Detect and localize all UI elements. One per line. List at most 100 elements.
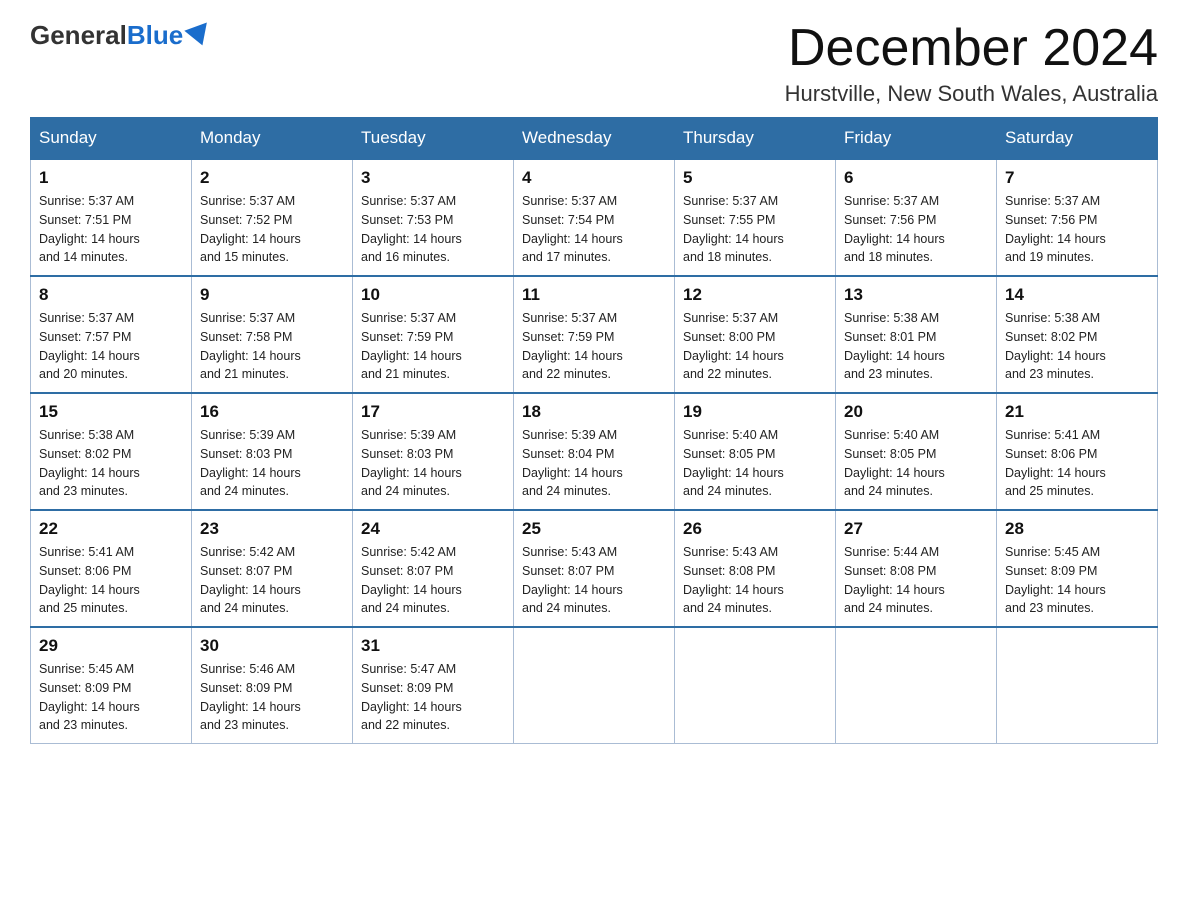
calendar-week-row: 22Sunrise: 5:41 AMSunset: 8:06 PMDayligh… <box>31 510 1158 627</box>
calendar-cell <box>997 627 1158 744</box>
day-number: 23 <box>200 519 344 539</box>
day-number: 19 <box>683 402 827 422</box>
day-info: Sunrise: 5:44 AMSunset: 8:08 PMDaylight:… <box>844 543 988 618</box>
day-number: 27 <box>844 519 988 539</box>
day-number: 8 <box>39 285 183 305</box>
logo: General Blue <box>30 20 211 51</box>
calendar-cell: 18Sunrise: 5:39 AMSunset: 8:04 PMDayligh… <box>514 393 675 510</box>
day-number: 21 <box>1005 402 1149 422</box>
day-number: 6 <box>844 168 988 188</box>
day-info: Sunrise: 5:45 AMSunset: 8:09 PMDaylight:… <box>39 660 183 735</box>
calendar-cell: 31 Sunrise: 5:47 AMSunset: 8:09 PMDayligh… <box>353 627 514 744</box>
calendar-cell: 28Sunrise: 5:45 AMSunset: 8:09 PMDayligh… <box>997 510 1158 627</box>
day-number: 4 <box>522 168 666 188</box>
day-number: 26 <box>683 519 827 539</box>
calendar-cell: 14Sunrise: 5:38 AMSunset: 8:02 PMDayligh… <box>997 276 1158 393</box>
calendar-cell: 16 Sunrise: 5:39 AMSunset: 8:03 PMDayligh… <box>192 393 353 510</box>
calendar-cell: 10 Sunrise: 5:37 AMSunset: 7:59 PMDayligh… <box>353 276 514 393</box>
calendar-body: 1 Sunrise: 5:37 AMSunset: 7:51 PMDaylight… <box>31 159 1158 744</box>
calendar-cell: 24Sunrise: 5:42 AMSunset: 8:07 PMDayligh… <box>353 510 514 627</box>
day-info: Sunrise: 5:38 AMSunset: 8:02 PMDaylight:… <box>39 426 183 501</box>
day-info: Sunrise: 5:37 AMSunset: 7:54 PMDaylight:… <box>522 192 666 267</box>
weekday-header-friday: Friday <box>836 118 997 160</box>
day-number: 9 <box>200 285 344 305</box>
day-info: Sunrise: 5:47 AMSunset: 8:09 PMDaylight:… <box>361 660 505 735</box>
month-title: December 2024 <box>785 20 1158 77</box>
day-info: Sunrise: 5:39 AMSunset: 8:03 PMDaylight:… <box>200 426 344 501</box>
calendar-cell <box>675 627 836 744</box>
calendar-cell: 13 Sunrise: 5:38 AMSunset: 8:01 PMDayligh… <box>836 276 997 393</box>
day-number: 5 <box>683 168 827 188</box>
day-info: Sunrise: 5:40 AMSunset: 8:05 PMDaylight:… <box>683 426 827 501</box>
calendar-cell: 19 Sunrise: 5:40 AMSunset: 8:05 PMDayligh… <box>675 393 836 510</box>
day-number: 29 <box>39 636 183 656</box>
calendar-cell: 23 Sunrise: 5:42 AMSunset: 8:07 PMDayligh… <box>192 510 353 627</box>
calendar-cell: 15 Sunrise: 5:38 AMSunset: 8:02 PMDayligh… <box>31 393 192 510</box>
day-number: 2 <box>200 168 344 188</box>
day-info: Sunrise: 5:40 AMSunset: 8:05 PMDaylight:… <box>844 426 988 501</box>
day-info: Sunrise: 5:43 AMSunset: 8:07 PMDaylight:… <box>522 543 666 618</box>
day-info: Sunrise: 5:37 AMSunset: 7:53 PMDaylight:… <box>361 192 505 267</box>
calendar-week-row: 15 Sunrise: 5:38 AMSunset: 8:02 PMDayligh… <box>31 393 1158 510</box>
logo-triangle-icon <box>184 22 213 49</box>
weekday-header-wednesday: Wednesday <box>514 118 675 160</box>
calendar-cell: 12 Sunrise: 5:37 AMSunset: 8:00 PMDayligh… <box>675 276 836 393</box>
calendar-week-row: 8 Sunrise: 5:37 AMSunset: 7:57 PMDaylight… <box>31 276 1158 393</box>
weekday-header-saturday: Saturday <box>997 118 1158 160</box>
calendar-cell: 22Sunrise: 5:41 AMSunset: 8:06 PMDayligh… <box>31 510 192 627</box>
calendar-cell: 26 Sunrise: 5:43 AMSunset: 8:08 PMDayligh… <box>675 510 836 627</box>
calendar-cell <box>836 627 997 744</box>
day-info: Sunrise: 5:39 AMSunset: 8:04 PMDaylight:… <box>522 426 666 501</box>
calendar-cell: 8 Sunrise: 5:37 AMSunset: 7:57 PMDaylight… <box>31 276 192 393</box>
calendar-cell: 6 Sunrise: 5:37 AMSunset: 7:56 PMDaylight… <box>836 159 997 276</box>
calendar-cell: 7Sunrise: 5:37 AMSunset: 7:56 PMDaylight… <box>997 159 1158 276</box>
day-info: Sunrise: 5:38 AMSunset: 8:01 PMDaylight:… <box>844 309 988 384</box>
day-number: 3 <box>361 168 505 188</box>
calendar-cell: 17Sunrise: 5:39 AMSunset: 8:03 PMDayligh… <box>353 393 514 510</box>
day-info: Sunrise: 5:37 AMSunset: 7:59 PMDaylight:… <box>522 309 666 384</box>
day-info: Sunrise: 5:43 AMSunset: 8:08 PMDaylight:… <box>683 543 827 618</box>
weekday-header-thursday: Thursday <box>675 118 836 160</box>
day-info: Sunrise: 5:37 AMSunset: 7:57 PMDaylight:… <box>39 309 183 384</box>
day-number: 31 <box>361 636 505 656</box>
page-header: General Blue December 2024 Hurstville, N… <box>30 20 1158 107</box>
day-number: 13 <box>844 285 988 305</box>
day-number: 30 <box>200 636 344 656</box>
day-number: 7 <box>1005 168 1149 188</box>
calendar-cell: 3 Sunrise: 5:37 AMSunset: 7:53 PMDaylight… <box>353 159 514 276</box>
day-number: 12 <box>683 285 827 305</box>
weekday-header-tuesday: Tuesday <box>353 118 514 160</box>
day-info: Sunrise: 5:37 AMSunset: 7:51 PMDaylight:… <box>39 192 183 267</box>
day-info: Sunrise: 5:37 AMSunset: 7:58 PMDaylight:… <box>200 309 344 384</box>
calendar-cell: 2 Sunrise: 5:37 AMSunset: 7:52 PMDaylight… <box>192 159 353 276</box>
calendar-week-row: 1 Sunrise: 5:37 AMSunset: 7:51 PMDaylight… <box>31 159 1158 276</box>
day-info: Sunrise: 5:46 AMSunset: 8:09 PMDaylight:… <box>200 660 344 735</box>
day-number: 25 <box>522 519 666 539</box>
day-number: 14 <box>1005 285 1149 305</box>
location-subtitle: Hurstville, New South Wales, Australia <box>785 81 1158 107</box>
weekday-header-monday: Monday <box>192 118 353 160</box>
calendar-cell: 4 Sunrise: 5:37 AMSunset: 7:54 PMDaylight… <box>514 159 675 276</box>
day-number: 10 <box>361 285 505 305</box>
day-info: Sunrise: 5:37 AMSunset: 8:00 PMDaylight:… <box>683 309 827 384</box>
calendar-cell: 25 Sunrise: 5:43 AMSunset: 8:07 PMDayligh… <box>514 510 675 627</box>
calendar-cell: 1 Sunrise: 5:37 AMSunset: 7:51 PMDaylight… <box>31 159 192 276</box>
day-info: Sunrise: 5:37 AMSunset: 7:52 PMDaylight:… <box>200 192 344 267</box>
day-number: 1 <box>39 168 183 188</box>
calendar-cell: 29 Sunrise: 5:45 AMSunset: 8:09 PMDayligh… <box>31 627 192 744</box>
calendar-cell: 21 Sunrise: 5:41 AMSunset: 8:06 PMDayligh… <box>997 393 1158 510</box>
day-number: 22 <box>39 519 183 539</box>
day-info: Sunrise: 5:41 AMSunset: 8:06 PMDaylight:… <box>1005 426 1149 501</box>
calendar-cell: 20 Sunrise: 5:40 AMSunset: 8:05 PMDayligh… <box>836 393 997 510</box>
calendar-cell: 9 Sunrise: 5:37 AMSunset: 7:58 PMDaylight… <box>192 276 353 393</box>
day-info: Sunrise: 5:42 AMSunset: 8:07 PMDaylight:… <box>200 543 344 618</box>
day-number: 20 <box>844 402 988 422</box>
day-number: 15 <box>39 402 183 422</box>
day-number: 28 <box>1005 519 1149 539</box>
day-info: Sunrise: 5:37 AMSunset: 7:59 PMDaylight:… <box>361 309 505 384</box>
calendar-cell: 5Sunrise: 5:37 AMSunset: 7:55 PMDaylight… <box>675 159 836 276</box>
calendar-week-row: 29 Sunrise: 5:45 AMSunset: 8:09 PMDayligh… <box>31 627 1158 744</box>
day-info: Sunrise: 5:39 AMSunset: 8:03 PMDaylight:… <box>361 426 505 501</box>
day-number: 16 <box>200 402 344 422</box>
day-info: Sunrise: 5:37 AMSunset: 7:56 PMDaylight:… <box>844 192 988 267</box>
